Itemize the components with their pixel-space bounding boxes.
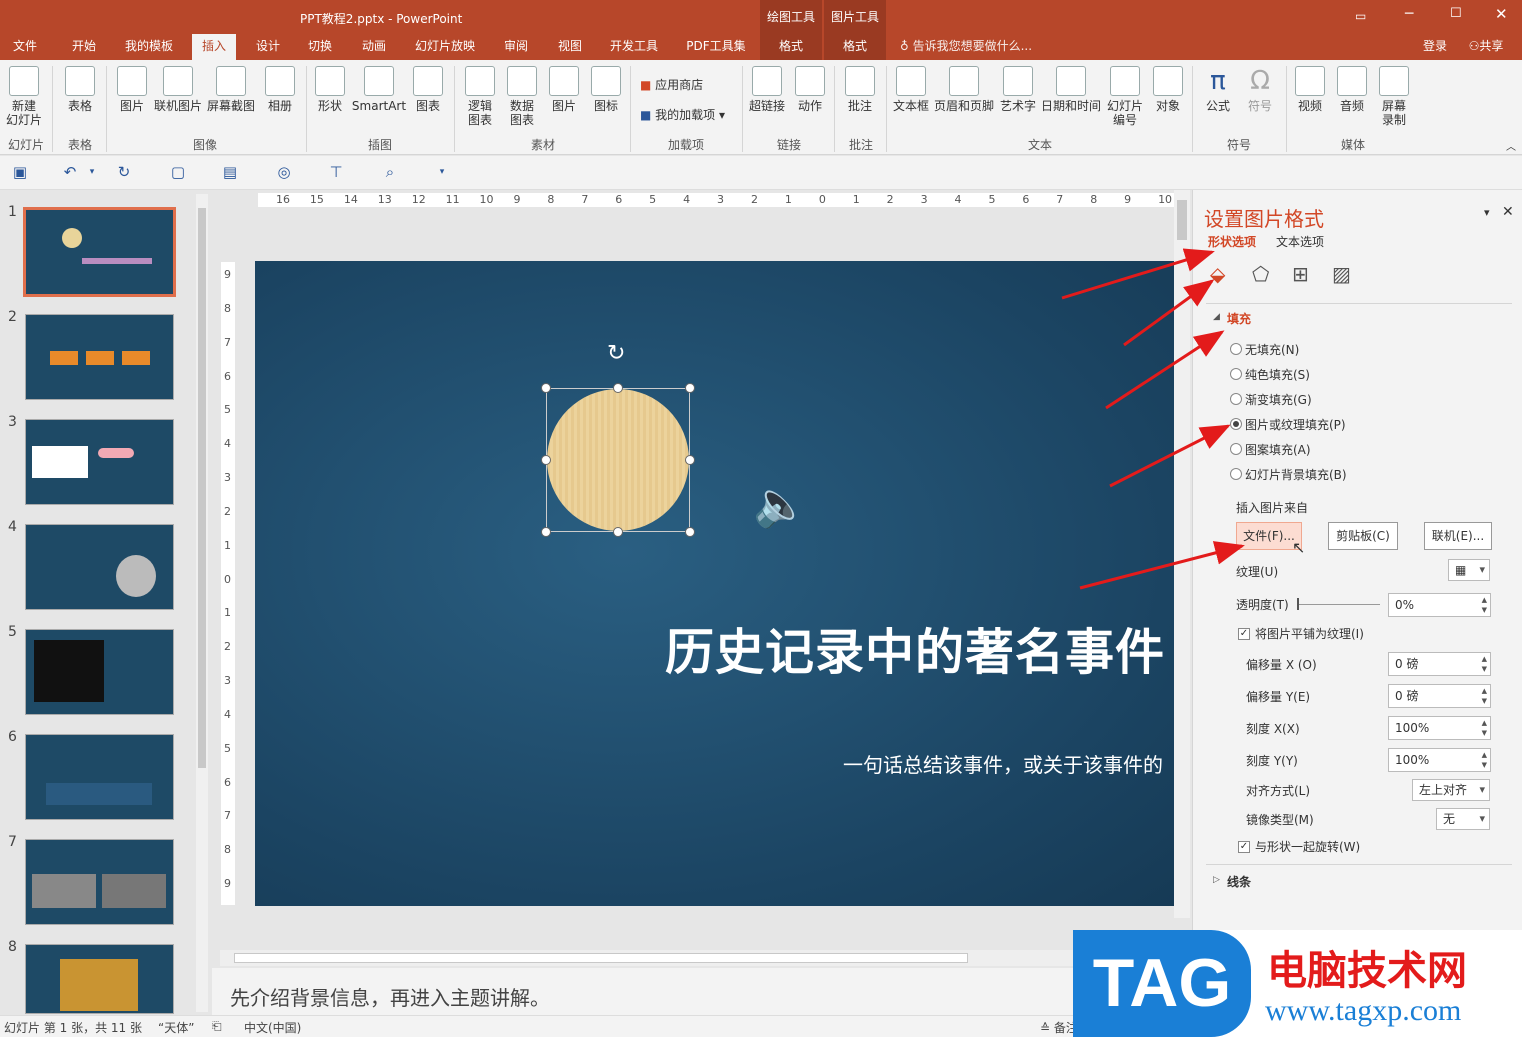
watermark-cn: 电脑技术网 bbox=[1267, 948, 1467, 994]
arrow bbox=[1123, 279, 1215, 347]
watermark: TAG 电脑技术网 www.tagxp.com bbox=[1073, 930, 1522, 1037]
watermark-url: www.tagxp.com bbox=[1265, 994, 1462, 1027]
arrow bbox=[1061, 248, 1215, 300]
arrow bbox=[1105, 330, 1225, 410]
annotation-arrows bbox=[1061, 248, 1245, 590]
arrow bbox=[1109, 424, 1231, 488]
arrow bbox=[1079, 541, 1245, 590]
watermark-tag: TAG bbox=[1073, 930, 1251, 1037]
